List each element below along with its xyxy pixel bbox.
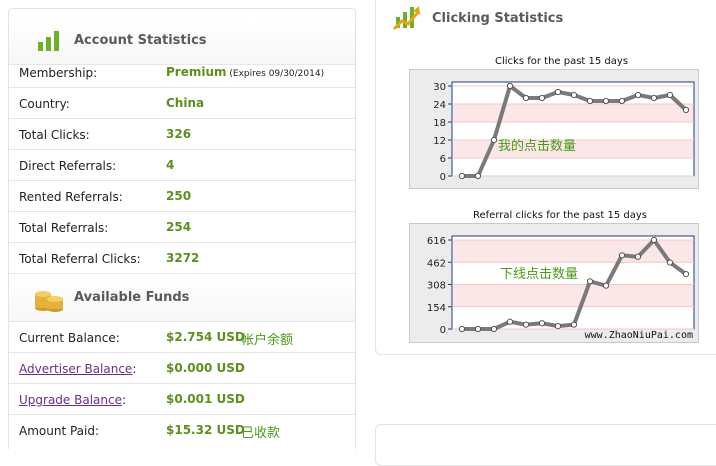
referral-clicks-chart-svg: 0 154 308 462 616 下线点击数量 www.ZhaoNiuPai.com — [427, 235, 695, 341]
row-label: Direct Referrals: — [19, 159, 117, 173]
row-value: China — [166, 96, 205, 110]
row-value: 3272 — [166, 251, 200, 265]
data-point — [634, 253, 642, 260]
account-panel: Account Statistics Membership: Premium (… — [8, 8, 356, 449]
y-tick-label: 6 — [440, 154, 446, 165]
data-point — [682, 270, 690, 278]
row-label: Country: — [19, 97, 70, 111]
data-point — [538, 94, 546, 102]
row-label: Membership: — [19, 66, 98, 80]
row-value: 250 — [166, 189, 192, 203]
data-point — [458, 172, 466, 180]
row-label: Total Referral Clicks: — [19, 252, 141, 266]
paid-annotation: 已收款 — [241, 426, 281, 441]
data-point — [522, 94, 530, 102]
expiry-note: (Expires 09/30/2014) — [226, 69, 325, 79]
data-point — [474, 172, 482, 180]
row-value: $2.754 USD — [166, 330, 245, 344]
row-value: $0.001 USD — [166, 392, 245, 406]
data-point — [650, 94, 658, 102]
country-row: Country: China — [9, 88, 355, 119]
total-referral-clicks-row: Total Referral Clicks: 3272 — [9, 243, 355, 274]
row-value: 4 — [166, 158, 175, 172]
rented-referrals-row: Rented Referrals: 250 — [9, 181, 355, 212]
clicks-chart: 0 6 12 18 24 30 我的点击数量 — [409, 69, 699, 189]
grid-band — [453, 284, 693, 307]
data-point — [586, 278, 594, 285]
data-point — [666, 259, 674, 266]
y-tick-label: 18 — [433, 118, 446, 129]
row-label: Advertiser Balance: — [19, 362, 137, 376]
row-label: Total Clicks: — [19, 128, 90, 142]
data-point — [490, 325, 498, 333]
row-value: $0.000 USD — [166, 361, 245, 375]
y-tick-label: 616 — [427, 236, 446, 247]
current-balance-row: Current Balance: $2.754 USD 帐户余额 — [9, 322, 355, 353]
data-point — [506, 82, 514, 90]
coin-stack-icon — [35, 291, 63, 312]
data-point — [538, 320, 546, 327]
chart-title: Referral clicks for the past 15 days — [473, 210, 647, 221]
section-title: Available Funds — [74, 290, 190, 305]
y-tick-label: 30 — [433, 82, 446, 93]
chart-watermark: www.ZhaoNiuPai.com — [585, 330, 693, 341]
data-point — [474, 325, 482, 333]
data-point — [618, 252, 626, 259]
panel-title: Clicking Statistics — [432, 11, 564, 26]
bar-chart-icon — [38, 31, 59, 51]
advertiser-balance-row: Advertiser Balance: $0.000 USD — [9, 353, 355, 384]
membership-value: Premium (Expires 09/30/2014) — [166, 65, 325, 79]
data-point — [602, 282, 610, 289]
available-funds-header: Available Funds — [9, 276, 355, 322]
data-point — [618, 97, 626, 105]
row-value: $15.32 USD — [166, 423, 245, 437]
membership-row: Membership: Premium (Expires 09/30/2014) — [9, 57, 355, 88]
upgrade-balance-row: Upgrade Balance: $0.001 USD — [9, 384, 355, 415]
data-point — [506, 318, 514, 325]
total-clicks-row: Total Clicks: 326 — [9, 119, 355, 150]
y-tick-label: 24 — [433, 100, 446, 111]
y-tick-label: 154 — [427, 303, 446, 314]
y-tick-label: 0 — [440, 325, 446, 336]
row-label: Rented Referrals: — [19, 190, 123, 204]
data-point — [634, 91, 642, 99]
chart-title: Clicks for the past 15 days — [495, 56, 629, 67]
total-referrals-row: Total Referrals: 254 — [9, 212, 355, 243]
lower-panel — [375, 424, 716, 466]
balance-annotation: 帐户余额 — [241, 333, 294, 348]
row-value: 326 — [166, 127, 192, 141]
data-point — [682, 106, 690, 114]
section-title: Account Statistics — [74, 33, 207, 48]
data-point — [490, 136, 498, 144]
data-point — [554, 88, 562, 96]
data-point — [570, 321, 578, 328]
data-point — [602, 97, 610, 105]
data-point — [554, 323, 562, 330]
row-label: Amount Paid: — [19, 424, 100, 438]
data-point — [522, 321, 530, 328]
chart-annotation: 我的点击数量 — [498, 138, 576, 154]
row-label: Total Referrals: — [19, 221, 109, 235]
referral-clicks-chart: 0 154 308 462 616 下线点击数量 www.ZhaoNiuPai.com — [409, 223, 699, 343]
data-point — [666, 91, 674, 99]
chart-annotation: 下线点击数量 — [500, 267, 578, 282]
y-tick-label: 0 — [440, 172, 446, 183]
y-tick-label: 462 — [427, 258, 446, 269]
row-value: 254 — [166, 220, 192, 234]
y-tick-label: 308 — [427, 281, 446, 292]
data-point — [570, 91, 578, 99]
direct-referrals-row: Direct Referrals: 4 — [9, 150, 355, 181]
row-label: Current Balance: — [19, 331, 120, 345]
data-point — [586, 97, 594, 105]
row-label: Upgrade Balance: — [19, 393, 127, 407]
chart-arrow-icon — [393, 6, 421, 31]
clicks-chart-svg: 0 6 12 18 24 30 我的点击数量 — [433, 81, 695, 183]
grid-band — [453, 104, 693, 122]
data-point — [458, 325, 466, 333]
advertiser-balance-link[interactable]: Advertiser Balance — [19, 362, 132, 376]
upgrade-balance-link[interactable]: Upgrade Balance — [19, 393, 122, 407]
y-tick-label: 12 — [433, 136, 446, 147]
data-point — [650, 236, 658, 244]
